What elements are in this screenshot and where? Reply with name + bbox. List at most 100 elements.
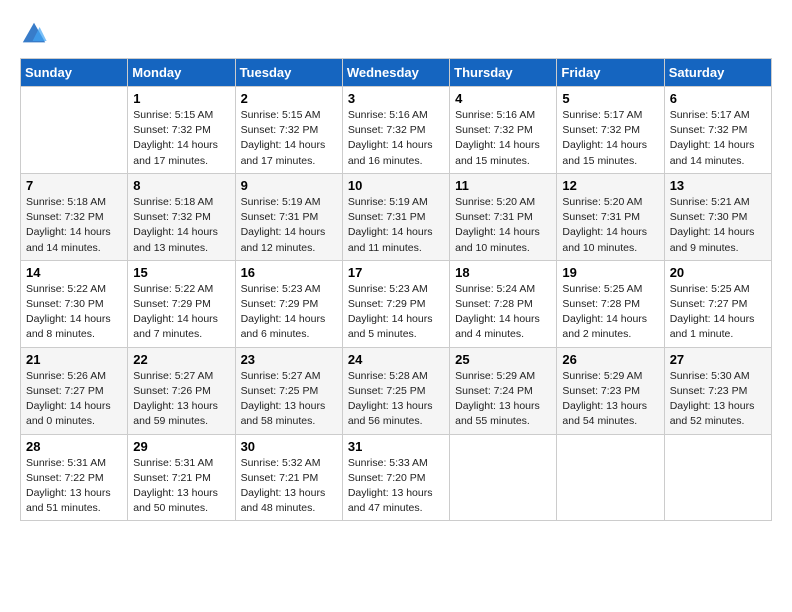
day-number: 22 (133, 352, 229, 367)
day-info: Sunrise: 5:17 AM Sunset: 7:32 PM Dayligh… (670, 108, 766, 169)
calendar-cell: 24Sunrise: 5:28 AM Sunset: 7:25 PM Dayli… (342, 347, 449, 434)
page-header (20, 20, 772, 48)
day-number: 12 (562, 178, 658, 193)
day-info: Sunrise: 5:27 AM Sunset: 7:25 PM Dayligh… (241, 369, 337, 430)
calendar-cell: 7 Sunrise: 5:18 AM Sunset: 7:32 PM Daylig… (21, 173, 128, 260)
calendar-cell: 30 Sunrise: 5:32 AM Sunset: 7:21 PM Dayli… (235, 434, 342, 521)
day-number: 16 (241, 265, 337, 280)
day-number: 21 (26, 352, 122, 367)
day-number: 5 (562, 91, 658, 106)
day-info: Sunrise: 5:25 AM Sunset: 7:27 PM Dayligh… (670, 282, 766, 343)
logo-icon (20, 20, 48, 48)
calendar-table: SundayMondayTuesdayWednesdayThursdayFrid… (20, 58, 772, 521)
day-info: Sunrise: 5:19 AM Sunset: 7:31 PM Dayligh… (348, 195, 444, 256)
calendar-cell (557, 434, 664, 521)
day-info: Sunrise: 5:15 AM Sunset: 7:32 PM Dayligh… (241, 108, 337, 169)
day-info: Sunrise: 5:20 AM Sunset: 7:31 PM Dayligh… (455, 195, 551, 256)
calendar-cell: 11 Sunrise: 5:20 AM Sunset: 7:31 PM Dayli… (450, 173, 557, 260)
logo (20, 20, 52, 48)
calendar-cell: 2 Sunrise: 5:15 AM Sunset: 7:32 PM Daylig… (235, 87, 342, 174)
day-number: 1 (133, 91, 229, 106)
calendar-cell (450, 434, 557, 521)
day-info: Sunrise: 5:27 AM Sunset: 7:26 PM Dayligh… (133, 369, 229, 430)
day-info: Sunrise: 5:29 AM Sunset: 7:24 PM Dayligh… (455, 369, 551, 430)
calendar-week-row: 14Sunrise: 5:22 AM Sunset: 7:30 PM Dayli… (21, 260, 772, 347)
calendar-cell: 18 Sunrise: 5:24 AM Sunset: 7:28 PM Dayli… (450, 260, 557, 347)
calendar-week-row: 7 Sunrise: 5:18 AM Sunset: 7:32 PM Daylig… (21, 173, 772, 260)
day-info: Sunrise: 5:23 AM Sunset: 7:29 PM Dayligh… (241, 282, 337, 343)
day-number: 29 (133, 439, 229, 454)
calendar-cell: 8Sunrise: 5:18 AM Sunset: 7:32 PM Daylig… (128, 173, 235, 260)
day-number: 2 (241, 91, 337, 106)
calendar-cell (21, 87, 128, 174)
day-info: Sunrise: 5:20 AM Sunset: 7:31 PM Dayligh… (562, 195, 658, 256)
day-number: 23 (241, 352, 337, 367)
calendar-cell: 25 Sunrise: 5:29 AM Sunset: 7:24 PM Dayli… (450, 347, 557, 434)
day-number: 15 (133, 265, 229, 280)
calendar-cell: 9Sunrise: 5:19 AM Sunset: 7:31 PM Daylig… (235, 173, 342, 260)
calendar-cell: 10 Sunrise: 5:19 AM Sunset: 7:31 PM Dayli… (342, 173, 449, 260)
calendar-cell: 31Sunrise: 5:33 AM Sunset: 7:20 PM Dayli… (342, 434, 449, 521)
day-number: 7 (26, 178, 122, 193)
day-number: 20 (670, 265, 766, 280)
calendar-cell: 21 Sunrise: 5:26 AM Sunset: 7:27 PM Dayli… (21, 347, 128, 434)
calendar-cell: 26 Sunrise: 5:29 AM Sunset: 7:23 PM Dayli… (557, 347, 664, 434)
weekday-header-wednesday: Wednesday (342, 59, 449, 87)
calendar-week-row: 28 Sunrise: 5:31 AM Sunset: 7:22 PM Dayli… (21, 434, 772, 521)
day-info: Sunrise: 5:24 AM Sunset: 7:28 PM Dayligh… (455, 282, 551, 343)
day-info: Sunrise: 5:16 AM Sunset: 7:32 PM Dayligh… (455, 108, 551, 169)
day-info: Sunrise: 5:16 AM Sunset: 7:32 PM Dayligh… (348, 108, 444, 169)
day-number: 30 (241, 439, 337, 454)
day-number: 28 (26, 439, 122, 454)
calendar-cell: 27Sunrise: 5:30 AM Sunset: 7:23 PM Dayli… (664, 347, 771, 434)
day-info: Sunrise: 5:29 AM Sunset: 7:23 PM Dayligh… (562, 369, 658, 430)
day-number: 19 (562, 265, 658, 280)
calendar-cell: 14Sunrise: 5:22 AM Sunset: 7:30 PM Dayli… (21, 260, 128, 347)
calendar-cell: 4 Sunrise: 5:16 AM Sunset: 7:32 PM Daylig… (450, 87, 557, 174)
weekday-header-monday: Monday (128, 59, 235, 87)
day-info: Sunrise: 5:31 AM Sunset: 7:21 PM Dayligh… (133, 456, 229, 517)
day-number: 17 (348, 265, 444, 280)
calendar-week-row: 1 Sunrise: 5:15 AM Sunset: 7:32 PM Daylig… (21, 87, 772, 174)
day-number: 18 (455, 265, 551, 280)
day-info: Sunrise: 5:25 AM Sunset: 7:28 PM Dayligh… (562, 282, 658, 343)
day-number: 25 (455, 352, 551, 367)
calendar-cell: 12 Sunrise: 5:20 AM Sunset: 7:31 PM Dayli… (557, 173, 664, 260)
calendar-cell (664, 434, 771, 521)
calendar-cell: 3Sunrise: 5:16 AM Sunset: 7:32 PM Daylig… (342, 87, 449, 174)
day-info: Sunrise: 5:23 AM Sunset: 7:29 PM Dayligh… (348, 282, 444, 343)
calendar-cell: 16 Sunrise: 5:23 AM Sunset: 7:29 PM Dayli… (235, 260, 342, 347)
calendar-cell: 17 Sunrise: 5:23 AM Sunset: 7:29 PM Dayli… (342, 260, 449, 347)
weekday-header-thursday: Thursday (450, 59, 557, 87)
calendar-cell: 28 Sunrise: 5:31 AM Sunset: 7:22 PM Dayli… (21, 434, 128, 521)
day-info: Sunrise: 5:31 AM Sunset: 7:22 PM Dayligh… (26, 456, 122, 517)
day-number: 6 (670, 91, 766, 106)
day-info: Sunrise: 5:26 AM Sunset: 7:27 PM Dayligh… (26, 369, 122, 430)
calendar-cell: 13Sunrise: 5:21 AM Sunset: 7:30 PM Dayli… (664, 173, 771, 260)
weekday-header-tuesday: Tuesday (235, 59, 342, 87)
day-info: Sunrise: 5:18 AM Sunset: 7:32 PM Dayligh… (26, 195, 122, 256)
day-number: 14 (26, 265, 122, 280)
day-number: 9 (241, 178, 337, 193)
day-number: 26 (562, 352, 658, 367)
calendar-cell: 19 Sunrise: 5:25 AM Sunset: 7:28 PM Dayli… (557, 260, 664, 347)
calendar-cell: 29 Sunrise: 5:31 AM Sunset: 7:21 PM Dayli… (128, 434, 235, 521)
day-info: Sunrise: 5:17 AM Sunset: 7:32 PM Dayligh… (562, 108, 658, 169)
day-number: 24 (348, 352, 444, 367)
weekday-header-friday: Friday (557, 59, 664, 87)
day-info: Sunrise: 5:22 AM Sunset: 7:29 PM Dayligh… (133, 282, 229, 343)
calendar-week-row: 21 Sunrise: 5:26 AM Sunset: 7:27 PM Dayli… (21, 347, 772, 434)
weekday-header-sunday: Sunday (21, 59, 128, 87)
calendar-cell: 6 Sunrise: 5:17 AM Sunset: 7:32 PM Daylig… (664, 87, 771, 174)
day-info: Sunrise: 5:32 AM Sunset: 7:21 PM Dayligh… (241, 456, 337, 517)
calendar-cell: 5 Sunrise: 5:17 AM Sunset: 7:32 PM Daylig… (557, 87, 664, 174)
day-info: Sunrise: 5:15 AM Sunset: 7:32 PM Dayligh… (133, 108, 229, 169)
day-info: Sunrise: 5:18 AM Sunset: 7:32 PM Dayligh… (133, 195, 229, 256)
calendar-cell: 20 Sunrise: 5:25 AM Sunset: 7:27 PM Dayli… (664, 260, 771, 347)
day-number: 10 (348, 178, 444, 193)
day-number: 11 (455, 178, 551, 193)
day-number: 4 (455, 91, 551, 106)
weekday-header-row: SundayMondayTuesdayWednesdayThursdayFrid… (21, 59, 772, 87)
day-info: Sunrise: 5:33 AM Sunset: 7:20 PM Dayligh… (348, 456, 444, 517)
day-number: 27 (670, 352, 766, 367)
